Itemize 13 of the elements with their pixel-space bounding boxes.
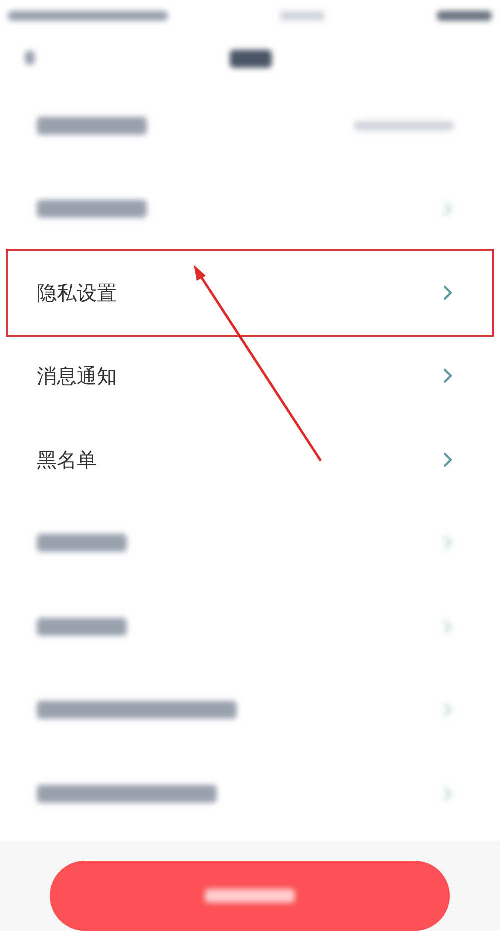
blurred-back-drawing	[25, 51, 35, 65]
chevron-icon	[442, 450, 454, 469]
blurred-battery-drawing	[437, 11, 492, 21]
chevron-icon	[442, 284, 454, 302]
row-label: 黑名单	[37, 446, 97, 474]
row-label: 消息通知	[37, 363, 117, 390]
settings-row[interactable]: 消息通知	[8, 334, 492, 418]
blurred-time-drawing	[280, 11, 325, 21]
row-label: 隐私设置	[37, 280, 117, 307]
chevron-icon	[442, 367, 454, 386]
settings-row[interactable]: 隐私设置	[8, 251, 492, 334]
settings-row[interactable]: 黑名单	[8, 418, 492, 502]
blurred-title-drawing	[230, 50, 272, 68]
